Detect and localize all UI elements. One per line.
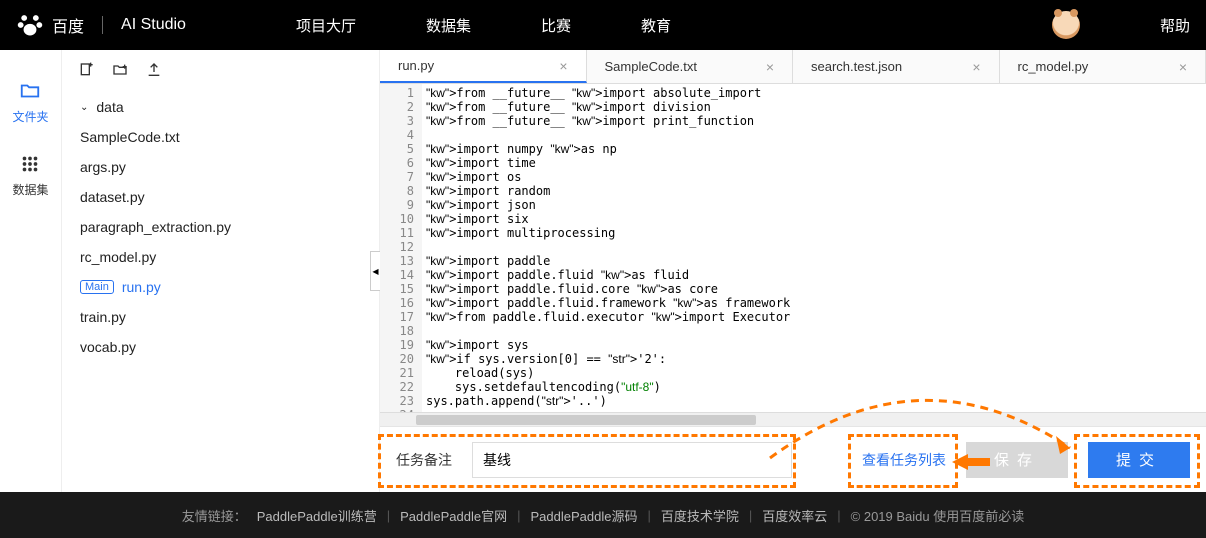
main-area: 文件夹 数据集 ⌄data SampleCode.txt args.py dat…: [0, 50, 1206, 492]
close-icon[interactable]: ×: [559, 58, 567, 74]
folder-icon: [19, 80, 41, 102]
save-button[interactable]: 保存: [966, 442, 1068, 478]
sidebar-files[interactable]: 文件夹: [12, 80, 48, 125]
sidebar-datasets[interactable]: 数据集: [12, 153, 48, 198]
code-editor[interactable]: 123456789101112131415161718192021222324 …: [380, 84, 1206, 412]
scrollbar-thumb[interactable]: [416, 415, 756, 425]
code-content[interactable]: "kw">from __future__ "kw">import absolut…: [422, 84, 1206, 412]
footer-prefix: 友情链接：: [182, 506, 247, 525]
tab-samplecode[interactable]: SampleCode.txt×: [587, 50, 794, 83]
editor-area: ◀ run.py× SampleCode.txt× search.test.js…: [380, 50, 1206, 492]
tab-run-py[interactable]: run.py×: [380, 50, 587, 83]
nav-datasets[interactable]: 数据集: [426, 15, 471, 36]
tree-file[interactable]: dataset.py: [62, 182, 379, 212]
tree-file[interactable]: SampleCode.txt: [62, 122, 379, 152]
tab-search-json[interactable]: search.test.json×: [793, 50, 1000, 83]
task-remark-input[interactable]: [472, 442, 792, 478]
new-file-icon[interactable]: [78, 62, 94, 78]
logo-baidu-text: 百度: [52, 13, 84, 37]
new-folder-icon[interactable]: [112, 62, 128, 78]
logo[interactable]: 百度 AI Studio: [16, 11, 186, 39]
tree-file[interactable]: train.py: [62, 302, 379, 332]
collapse-panel-handle[interactable]: ◀: [370, 251, 380, 291]
sidebar-files-label: 文件夹: [12, 108, 48, 125]
file-toolbar: [62, 62, 379, 88]
nav-projects[interactable]: 项目大厅: [296, 15, 356, 36]
chevron-down-icon: ⌄: [80, 102, 88, 113]
task-remark-label: 任务备注: [396, 450, 452, 470]
logo-divider: [102, 16, 103, 34]
footer-link[interactable]: PaddlePaddle训练营: [257, 506, 377, 525]
header-bar: 百度 AI Studio 项目大厅 数据集 比赛 教育 帮助: [0, 0, 1206, 50]
view-task-list-link[interactable]: 查看任务列表: [862, 450, 946, 470]
tree-folder-data[interactable]: ⌄data: [62, 92, 379, 122]
logo-studio-text: AI Studio: [121, 16, 186, 34]
tree-file[interactable]: rc_model.py: [62, 242, 379, 272]
avatar[interactable]: [1052, 11, 1080, 39]
footer: 友情链接： PaddlePaddle训练营| PaddlePaddle官网| P…: [0, 492, 1206, 538]
tree-file-active[interactable]: Mainrun.py: [62, 272, 379, 302]
tree-file[interactable]: paragraph_extraction.py: [62, 212, 379, 242]
task-bar: 任务备注 查看任务列表 保存 提交: [380, 426, 1206, 492]
file-tree: ⌄data SampleCode.txt args.py dataset.py …: [62, 88, 379, 366]
footer-link[interactable]: 百度技术学院: [661, 506, 739, 525]
line-gutter: 123456789101112131415161718192021222324: [380, 84, 422, 412]
nav-education[interactable]: 教育: [641, 15, 671, 36]
close-icon[interactable]: ×: [1179, 59, 1187, 75]
nav-competitions[interactable]: 比赛: [541, 15, 571, 36]
tree-file[interactable]: vocab.py: [62, 332, 379, 362]
footer-link[interactable]: 百度效率云: [762, 506, 827, 525]
dataset-icon: [19, 153, 41, 175]
close-icon[interactable]: ×: [972, 59, 980, 75]
footer-link[interactable]: PaddlePaddle源码: [530, 506, 637, 525]
top-nav: 项目大厅 数据集 比赛 教育: [296, 15, 671, 36]
horizontal-scrollbar[interactable]: [380, 412, 1206, 426]
help-link[interactable]: 帮助: [1160, 15, 1190, 36]
submit-button[interactable]: 提交: [1088, 442, 1190, 478]
sidebar-datasets-label: 数据集: [12, 181, 48, 198]
file-panel: ⌄data SampleCode.txt args.py dataset.py …: [62, 50, 380, 492]
sidebar-rail: 文件夹 数据集: [0, 50, 62, 492]
footer-copyright: © 2019 Baidu 使用百度前必读: [851, 506, 1025, 525]
baidu-paw-icon: [16, 11, 44, 39]
footer-link[interactable]: PaddlePaddle官网: [400, 506, 507, 525]
tab-rcmodel[interactable]: rc_model.py×: [1000, 50, 1206, 83]
upload-icon[interactable]: [146, 62, 162, 78]
editor-tabs: run.py× SampleCode.txt× search.test.json…: [380, 50, 1206, 84]
close-icon[interactable]: ×: [766, 59, 774, 75]
tree-file[interactable]: args.py: [62, 152, 379, 182]
main-badge: Main: [80, 280, 114, 294]
